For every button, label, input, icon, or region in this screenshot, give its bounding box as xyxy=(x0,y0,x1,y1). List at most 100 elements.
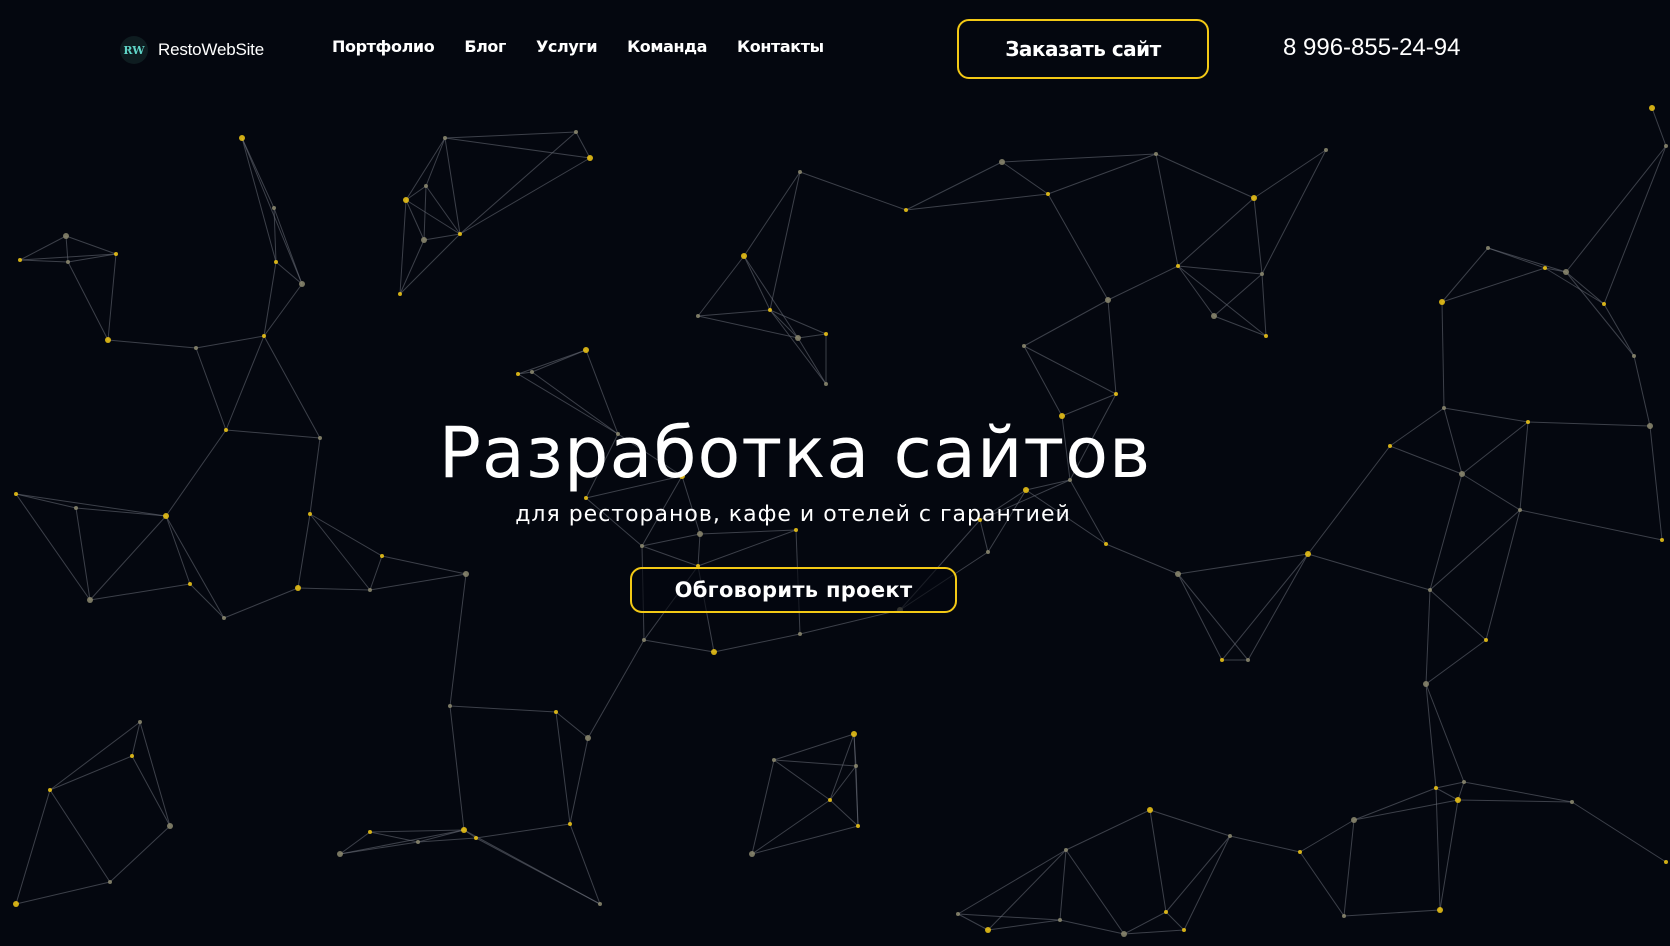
network-line xyxy=(641,533,701,547)
network-node xyxy=(14,492,18,496)
page: RW RestoWebSite Портфолио Блог Услуги Ко… xyxy=(0,0,1670,946)
network-line xyxy=(463,829,601,905)
network-node xyxy=(768,308,772,312)
nav-item-team[interactable]: Команда xyxy=(627,37,707,56)
network-line xyxy=(751,825,859,855)
network-node xyxy=(1105,297,1111,303)
network-line xyxy=(1253,149,1327,199)
hero-subtitle: для ресторанов, кафе и отелей с гарантие… xyxy=(515,502,1071,527)
network-node xyxy=(1046,192,1050,196)
network-line xyxy=(107,253,117,341)
network-line xyxy=(569,823,601,905)
network-node xyxy=(986,550,990,554)
network-node xyxy=(1649,105,1655,111)
network-line xyxy=(743,171,801,257)
nav-item-portfolio[interactable]: Портфолио xyxy=(332,37,435,56)
network-node xyxy=(640,544,644,548)
network-node xyxy=(856,824,860,828)
network-line xyxy=(1571,801,1667,863)
network-line xyxy=(569,737,589,825)
discuss-project-button[interactable]: Обговорить проект xyxy=(630,567,957,613)
network-node xyxy=(167,823,173,829)
network-node xyxy=(1324,148,1328,152)
network-line xyxy=(1059,849,1067,921)
nav-item-services[interactable]: Услуги xyxy=(536,37,598,56)
main-nav: Портфолио Блог Услуги Команда Контакты xyxy=(332,37,824,56)
phone-link[interactable]: 8 996-855-24-94 xyxy=(1283,34,1460,62)
network-line xyxy=(381,555,467,575)
order-site-button[interactable]: Заказать сайт xyxy=(957,19,1209,79)
network-line xyxy=(1105,543,1179,575)
network-line xyxy=(699,529,797,535)
network-node xyxy=(1058,918,1062,922)
network-line xyxy=(49,789,111,883)
network-line xyxy=(1429,589,1487,641)
network-line xyxy=(1429,473,1463,591)
network-line xyxy=(399,233,461,295)
network-node xyxy=(1434,786,1438,790)
network-node xyxy=(585,735,591,741)
network-line xyxy=(1565,271,1605,305)
network-line xyxy=(1343,909,1441,917)
network-node xyxy=(1602,302,1606,306)
network-line xyxy=(517,349,587,375)
network-line xyxy=(67,261,109,341)
network-node xyxy=(1251,195,1257,201)
network-line xyxy=(905,161,1003,211)
network-line xyxy=(697,533,701,567)
network-node xyxy=(274,260,278,264)
network-line xyxy=(1047,193,1109,301)
network-line xyxy=(107,339,197,349)
network-node xyxy=(1423,681,1429,687)
network-node xyxy=(463,571,469,577)
network-line xyxy=(19,235,67,261)
network-line xyxy=(369,573,467,591)
network-line xyxy=(1155,153,1179,267)
network-line xyxy=(223,587,299,619)
network-line xyxy=(241,137,303,285)
network-node xyxy=(337,851,343,857)
network-line xyxy=(15,881,111,905)
network-line xyxy=(1177,265,1267,337)
network-line xyxy=(769,309,827,335)
network-line xyxy=(1001,153,1157,163)
network-line xyxy=(1435,787,1459,801)
network-node xyxy=(1114,392,1118,396)
network-line xyxy=(987,919,1061,931)
network-line xyxy=(139,721,171,827)
network-node xyxy=(642,638,646,642)
network-line xyxy=(769,171,801,311)
network-node xyxy=(1154,152,1158,156)
network-node xyxy=(188,582,192,586)
network-node xyxy=(824,332,828,336)
network-node xyxy=(1064,848,1068,852)
network-node xyxy=(299,281,305,287)
network-line xyxy=(797,333,827,339)
network-line xyxy=(1177,553,1309,575)
network-line xyxy=(555,711,589,739)
network-line xyxy=(1299,819,1355,853)
network-node xyxy=(1182,928,1186,932)
network-line xyxy=(425,137,446,187)
nav-item-contacts[interactable]: Контакты xyxy=(737,37,824,56)
network-line xyxy=(19,259,69,263)
network-node xyxy=(904,208,908,212)
network-line xyxy=(89,583,191,601)
network-line xyxy=(575,131,591,159)
network-line xyxy=(1603,303,1635,357)
network-node xyxy=(443,136,447,140)
network-node xyxy=(114,252,118,256)
logo[interactable]: RW RestoWebSite xyxy=(120,36,264,64)
nav-item-blog[interactable]: Блог xyxy=(464,37,506,56)
network-line xyxy=(1001,161,1049,195)
network-node xyxy=(985,927,991,933)
network-line xyxy=(1023,299,1109,347)
network-line xyxy=(1149,809,1167,913)
network-line xyxy=(799,609,901,635)
network-line xyxy=(1177,197,1255,267)
network-line xyxy=(1253,197,1263,275)
network-line xyxy=(1247,553,1309,661)
network-line xyxy=(1425,683,1437,789)
logo-text: RestoWebSite xyxy=(158,40,264,59)
network-line xyxy=(263,283,303,337)
